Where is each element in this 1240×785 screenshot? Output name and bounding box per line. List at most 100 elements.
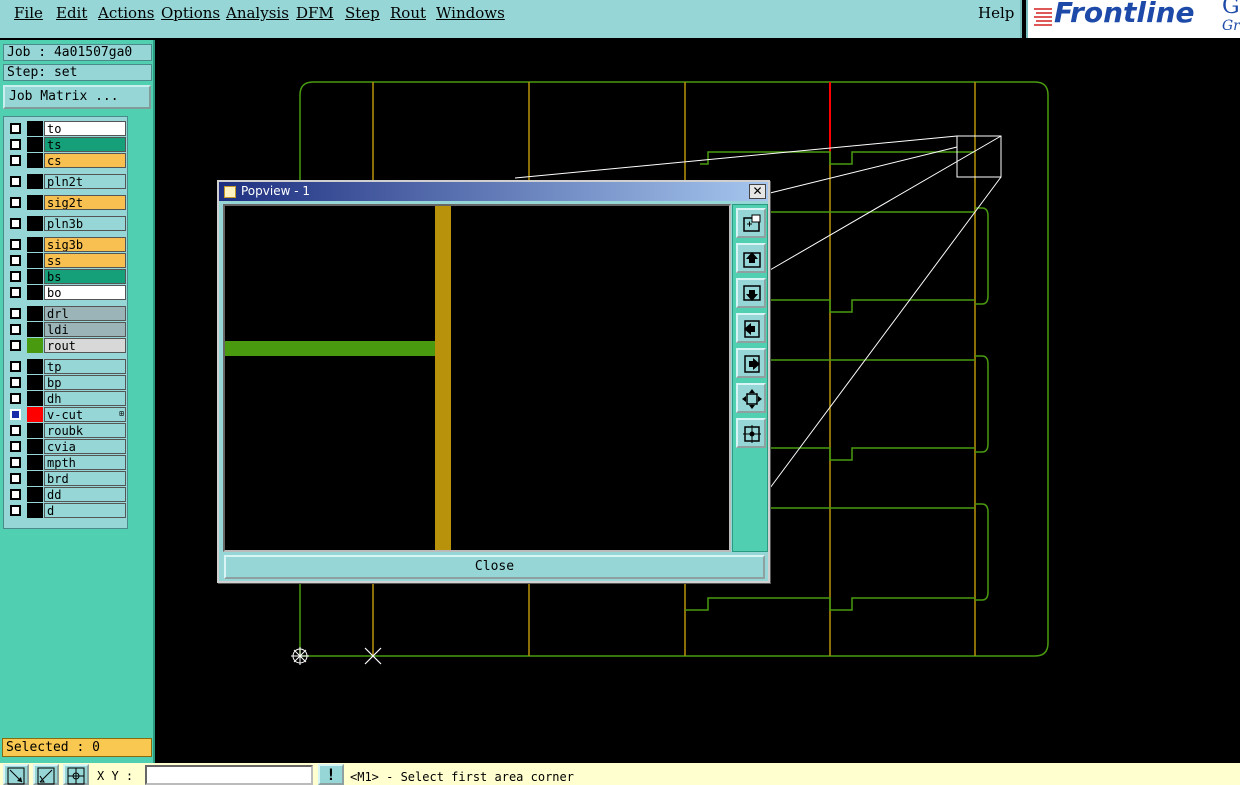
zoom-fit-button[interactable] [736,383,766,413]
layer-name[interactable]: drl [44,306,126,321]
layer-color-swatch[interactable] [27,216,43,231]
layer-row-v-cut[interactable]: v-cut ⊞ [7,407,126,422]
layer-color-swatch[interactable] [27,338,43,353]
layer-checkbox[interactable] [10,218,21,229]
menu-actions[interactable]: Actions [98,4,154,22]
layer-checkbox[interactable] [10,393,21,404]
layer-checkbox[interactable] [10,197,21,208]
layer-checkbox[interactable] [10,155,21,166]
layer-row-bo[interactable]: bo [7,285,126,300]
layer-row-cvia[interactable]: cvia [7,439,126,454]
layer-color-swatch[interactable] [27,439,43,454]
layer-color-swatch[interactable] [27,503,43,518]
layer-checkbox[interactable] [10,139,21,150]
layer-name[interactable]: ldi [44,322,126,337]
layer-row-ldi[interactable]: ldi [7,322,126,337]
layer-checkbox[interactable] [10,123,21,134]
menu-windows[interactable]: Windows [436,4,505,22]
menu-dfm[interactable]: DFM [296,4,334,22]
layer-color-swatch[interactable] [27,391,43,406]
layer-checkbox[interactable] [10,377,21,388]
pan-down-button[interactable] [736,278,766,308]
popview-canvas[interactable] [223,204,731,552]
layer-row-tp[interactable]: tp [7,359,126,374]
layer-color-swatch[interactable] [27,285,43,300]
layer-checkbox[interactable] [10,441,21,452]
layer-row-dh[interactable]: dh [7,391,126,406]
layer-checkbox[interactable] [10,505,21,516]
layer-row-d[interactable]: d [7,503,126,518]
menu-file[interactable]: File [14,4,43,22]
layer-name[interactable]: ts [44,137,126,152]
layer-name[interactable]: bo [44,285,126,300]
menu-edit[interactable]: Edit [56,4,87,22]
layer-checkbox[interactable] [10,287,21,298]
layer-name[interactable]: pln2t [44,174,126,189]
layer-row-to[interactable]: to [7,121,126,136]
zoom-home-button[interactable] [736,418,766,448]
zoom-window-button[interactable] [736,208,766,238]
layer-checkbox[interactable] [10,340,21,351]
layer-checkbox[interactable] [10,409,21,420]
layer-row-sig2t[interactable]: sig2t [7,195,126,210]
layer-row-bs[interactable]: bs [7,269,126,284]
layer-checkbox[interactable] [10,473,21,484]
layer-name[interactable]: bs [44,269,126,284]
layer-checkbox[interactable] [10,361,21,372]
layer-color-swatch[interactable] [27,253,43,268]
layer-color-swatch[interactable] [27,137,43,152]
layer-row-ss[interactable]: ss [7,253,126,268]
layer-row-drl[interactable]: drl [7,306,126,321]
layer-name[interactable]: mpth [44,455,126,470]
layer-row-brd[interactable]: brd [7,471,126,486]
layer-name[interactable]: d [44,503,126,518]
menu-options[interactable]: Options [161,4,220,22]
layer-name[interactable]: sig2t [44,195,126,210]
layer-color-swatch[interactable] [27,359,43,374]
layer-color-swatch[interactable] [27,423,43,438]
layer-row-pln3b[interactable]: pln3b [7,216,126,231]
snap-button[interactable] [33,764,59,785]
menu-analysis[interactable]: Analysis [226,4,289,22]
layer-color-swatch[interactable] [27,375,43,390]
layer-row-roubk[interactable]: roubk [7,423,126,438]
menu-step[interactable]: Step [345,4,380,22]
layer-name[interactable]: tp [44,359,126,374]
pan-right-button[interactable] [736,348,766,378]
layer-row-pln2t[interactable]: pln2t [7,174,126,189]
layer-name[interactable]: ss [44,253,126,268]
layer-row-ts[interactable]: ts [7,137,126,152]
layer-color-swatch[interactable] [27,174,43,189]
menu-help[interactable]: Help [978,4,1014,22]
job-matrix-button[interactable]: Job Matrix ... [3,85,151,109]
layer-checkbox[interactable] [10,271,21,282]
menu-rout[interactable]: Rout [390,4,426,22]
layer-row-rout[interactable]: rout [7,338,126,353]
layer-color-swatch[interactable] [27,121,43,136]
close-button[interactable]: Close [224,555,765,579]
popview-titlebar[interactable]: Popview - 1 ✕ [219,182,768,201]
layer-color-swatch[interactable] [27,487,43,502]
layer-checkbox[interactable] [10,489,21,500]
xy-input[interactable] [145,765,313,785]
grid-button[interactable] [63,764,89,785]
layer-name[interactable]: roubk [44,423,126,438]
pan-up-button[interactable] [736,243,766,273]
layer-checkbox[interactable] [10,176,21,187]
layer-checkbox[interactable] [10,324,21,335]
layer-checkbox[interactable] [10,239,21,250]
layer-name[interactable]: rout [44,338,126,353]
measure-button[interactable] [3,764,29,785]
layer-name[interactable]: cs [44,153,126,168]
layer-row-bp[interactable]: bp [7,375,126,390]
layer-color-swatch[interactable] [27,471,43,486]
layer-color-swatch[interactable] [27,322,43,337]
layer-color-swatch[interactable] [27,153,43,168]
layer-name[interactable]: cvia [44,439,126,454]
close-icon[interactable]: ✕ [749,184,766,199]
layer-name[interactable]: brd [44,471,126,486]
layer-checkbox[interactable] [10,255,21,266]
layer-row-dd[interactable]: dd [7,487,126,502]
layer-name[interactable]: dh [44,391,126,406]
layer-color-swatch[interactable] [27,269,43,284]
